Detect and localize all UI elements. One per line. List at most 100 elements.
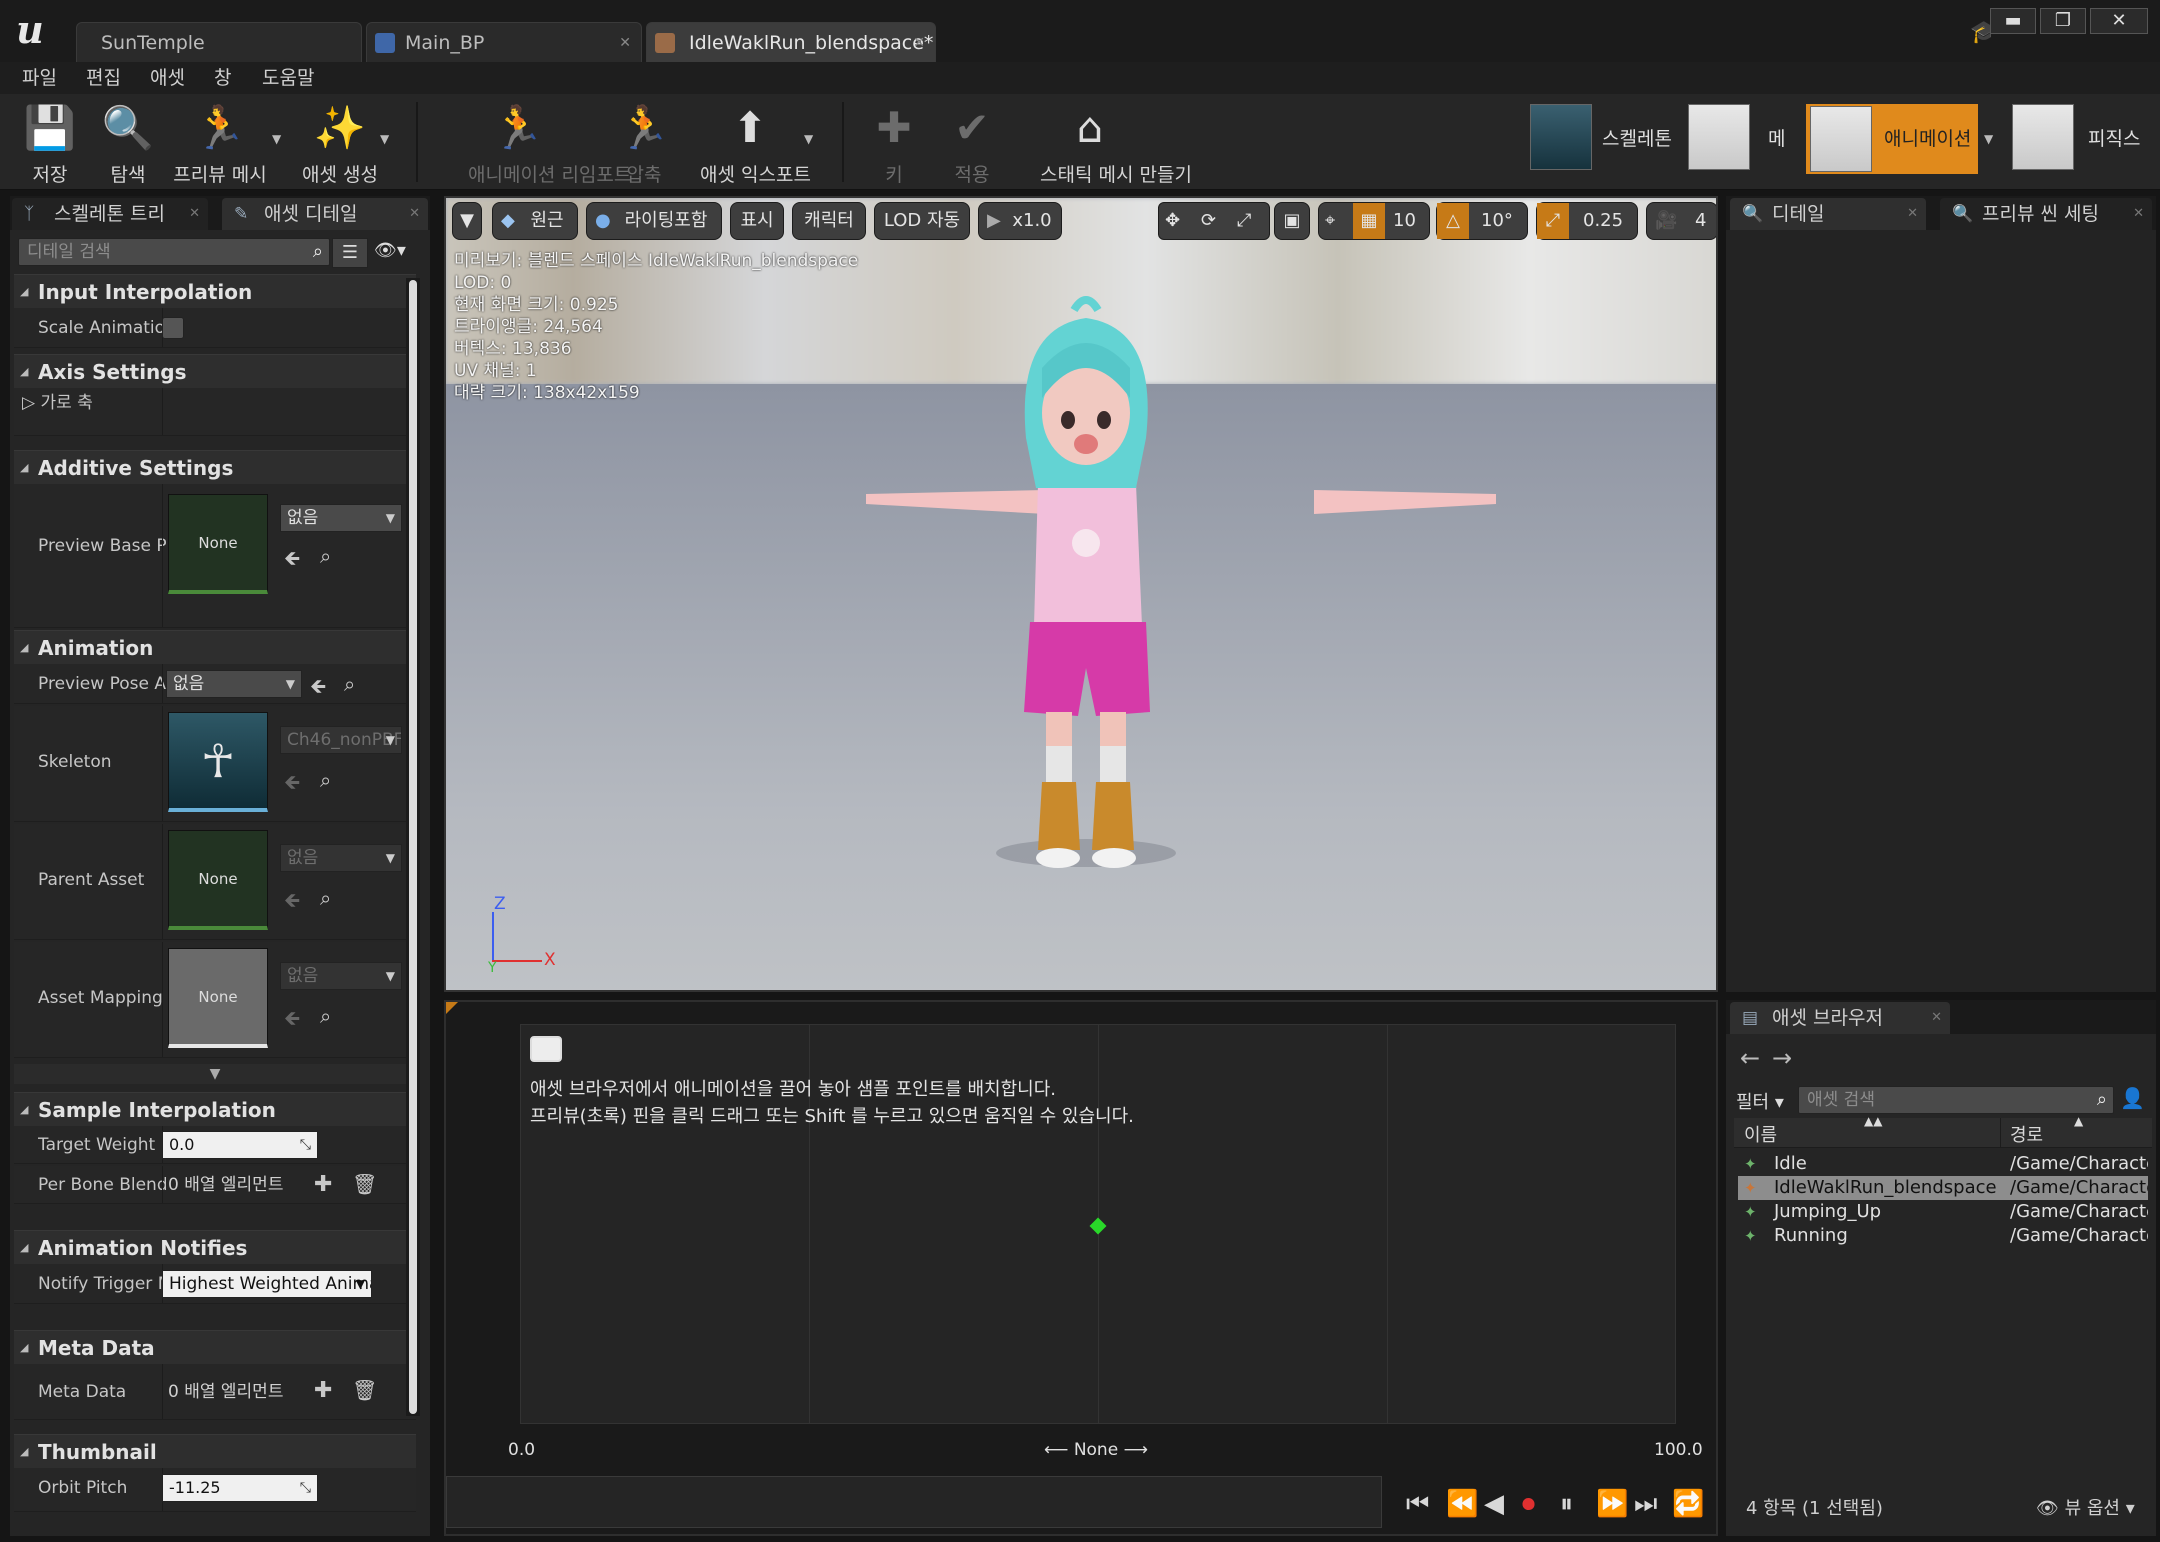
tab-skeleton-tree[interactable]: ᛉ 스켈레톤 트리 ✕ xyxy=(12,198,208,230)
create-asset-button[interactable]: ✨ 애셋 생성 xyxy=(302,98,378,186)
skip-to-start-icon[interactable]: ⏮ xyxy=(1406,1490,1429,1518)
trash-icon[interactable]: 🗑 xyxy=(352,1172,377,1196)
add-element-plus-icon[interactable]: ✚ xyxy=(314,1172,332,1197)
browse-button[interactable]: 🔍 탐색 xyxy=(98,98,158,186)
rotate-icon[interactable]: ⟳ xyxy=(1201,203,1216,239)
export-dropdown-icon[interactable]: ▼ xyxy=(804,132,813,146)
category-meta-data[interactable]: Meta Data xyxy=(14,1330,416,1365)
tab-preview-scene-settings[interactable]: 🔍 프리뷰 씬 세팅 ✕ xyxy=(1940,198,2152,230)
tab-main-bp[interactable]: Main_BP ✕ xyxy=(366,22,642,62)
pause-icon[interactable]: ⏸ xyxy=(1560,1490,1573,1518)
mode-physics-button[interactable]: 피직스 xyxy=(2012,104,2152,174)
playback-speed-button[interactable]: ▶ x1.0 xyxy=(978,202,1062,240)
scale-animation-checkbox[interactable] xyxy=(162,317,184,339)
preview-base-pose-thumbnail[interactable]: None xyxy=(168,494,268,594)
grid-snap-toggle-icon[interactable]: ▦ xyxy=(1353,203,1385,239)
timeline-bar[interactable] xyxy=(446,1476,1382,1528)
category-animation[interactable]: Animation xyxy=(14,630,416,665)
browse-magnifier-icon[interactable]: ⌕ xyxy=(320,768,331,792)
create-asset-dropdown-icon[interactable]: ▼ xyxy=(380,132,389,146)
close-tab-icon[interactable]: ✕ xyxy=(913,23,925,62)
use-selected-arrow-icon[interactable]: 🡸 xyxy=(284,544,300,578)
close-tab-icon[interactable]: ✕ xyxy=(1907,198,1918,230)
export-asset-button[interactable]: ⬆ 애셋 익스포트 xyxy=(700,98,811,186)
asset-row[interactable]: ✦ Idle /Game/Characte xyxy=(1738,1152,2148,1176)
tab-asset-details[interactable]: ✎ 애셋 디테일 ✕ xyxy=(222,198,428,230)
category-sample-interpolation[interactable]: Sample Interpolation xyxy=(14,1092,416,1127)
mode-animation-button[interactable]: 애니메이션 xyxy=(1806,104,1978,174)
loop-icon[interactable]: 🔁 xyxy=(1672,1490,1704,1518)
user-filter-icon[interactable]: 👤 xyxy=(2120,1086,2145,1110)
make-static-mesh-button[interactable]: ⌂ 스태틱 메시 만들기 xyxy=(1040,98,1192,186)
show-button[interactable]: 표시 xyxy=(730,202,784,240)
browse-magnifier-icon[interactable]: ⌕ xyxy=(320,544,331,568)
view-options-eye-icon[interactable]: 👁▾ xyxy=(374,240,406,261)
asset-mapping-thumbnail[interactable]: None xyxy=(168,948,268,1048)
close-tab-icon[interactable]: ✕ xyxy=(189,198,200,230)
notify-trigger-combo[interactable]: Highest Weighted Anima ▼ xyxy=(162,1270,372,1298)
unreal-logo-icon[interactable]: u xyxy=(4,4,56,56)
parent-asset-thumbnail[interactable]: None xyxy=(168,830,268,930)
maximize-button[interactable]: ❐ xyxy=(2040,8,2086,34)
category-animation-notifies[interactable]: Animation Notifies xyxy=(14,1230,416,1265)
animation-mode-dropdown-icon[interactable]: ▼ xyxy=(1984,132,1993,146)
tab-suntemple[interactable]: SunTemple xyxy=(76,22,362,62)
menu-file[interactable]: 파일 xyxy=(22,62,57,94)
preview-mesh-dropdown-icon[interactable]: ▼ xyxy=(272,132,281,146)
mode-skeleton-button[interactable]: 스켈레톤 xyxy=(1530,104,1680,174)
step-back-icon[interactable]: ⏪ xyxy=(1446,1490,1478,1518)
record-icon[interactable]: ⏺ xyxy=(1522,1490,1535,1518)
browse-magnifier-icon[interactable]: ⌕ xyxy=(344,672,355,696)
category-axis-settings[interactable]: Axis Settings xyxy=(14,354,416,389)
details-search-input[interactable]: 디테일 검색 ⌕ xyxy=(18,238,330,266)
character-button[interactable]: 캐릭터 xyxy=(792,202,866,240)
use-selected-arrow-icon[interactable]: 🡸 xyxy=(310,672,326,706)
preview-mesh-button[interactable]: 🏃 프리뷰 메시 xyxy=(173,98,266,186)
translate-icon[interactable]: ✥ xyxy=(1165,203,1180,239)
surface-snap-icon[interactable]: ⌖ xyxy=(1325,203,1335,239)
preview-pose-asset-combo[interactable]: 없음 ▼ xyxy=(166,670,302,698)
save-button[interactable]: 💾 저장 xyxy=(20,98,80,186)
advanced-expand-arrow-icon[interactable]: ▼ xyxy=(14,1064,416,1084)
add-element-plus-icon[interactable]: ✚ xyxy=(314,1378,332,1403)
browse-magnifier-icon[interactable]: ⌕ xyxy=(320,886,331,910)
camera-speed-control[interactable]: 🎥 4 xyxy=(1646,202,1716,240)
rotation-snap-value[interactable]: 10° xyxy=(1481,203,1513,239)
lod-button[interactable]: LOD 자동 xyxy=(874,202,970,240)
forward-arrow-icon[interactable]: → xyxy=(1772,1044,1792,1072)
orbit-pitch-input[interactable]: -11.25 ⤡ xyxy=(162,1474,318,1502)
skip-to-end-icon[interactable]: ⏭ xyxy=(1634,1490,1657,1518)
view-options-button[interactable]: 👁 뷰 옵션 ▾ xyxy=(2036,1494,2135,1520)
browse-magnifier-icon[interactable]: ⌕ xyxy=(320,1004,331,1028)
column-path-header[interactable]: 경로 xyxy=(2010,1121,2043,1147)
menu-window[interactable]: 창 xyxy=(214,62,231,94)
scale-icon[interactable]: ⤢ xyxy=(1237,203,1251,239)
close-tab-icon[interactable]: ✕ xyxy=(619,23,631,62)
tab-details[interactable]: 🔍 디테일 ✕ xyxy=(1730,198,1926,230)
minimize-button[interactable]: ▬ xyxy=(1990,8,2036,34)
column-name-header[interactable]: 이름 xyxy=(1744,1121,1777,1147)
category-thumbnail[interactable]: Thumbnail xyxy=(14,1434,416,1469)
property-matrix-button[interactable]: ☰ xyxy=(332,238,368,268)
rotation-snap-toggle-icon[interactable]: △ xyxy=(1437,203,1469,239)
filter-button[interactable]: 필터 ▾ xyxy=(1736,1088,1784,1114)
scale-snap-value[interactable]: 0.25 xyxy=(1583,203,1623,239)
viewport-options-button[interactable]: ▼ xyxy=(452,202,482,240)
close-tab-icon[interactable]: ✕ xyxy=(1931,1002,1942,1034)
asset-search-input[interactable]: 애셋 검색 ⌕ xyxy=(1798,1086,2114,1114)
close-tab-icon[interactable]: ✕ xyxy=(409,198,420,230)
scale-snap-toggle-icon[interactable]: ⤢ xyxy=(1537,203,1569,239)
preview-base-pose-combo[interactable]: 없음 ▼ xyxy=(280,504,402,532)
tab-asset-browser[interactable]: ▤ 애셋 브라우저 ✕ xyxy=(1730,1002,1950,1034)
target-weight-input[interactable]: 0.0 ⤡ xyxy=(162,1131,318,1159)
tab-blendspace[interactable]: IdleWaklRun_blendspace* ✕ xyxy=(646,22,936,62)
grid-snap-value[interactable]: 10 xyxy=(1393,203,1416,239)
details-scrollbar-thumb[interactable] xyxy=(409,280,417,1414)
parent-asset-combo[interactable]: 없음 ▼ xyxy=(280,844,402,872)
back-arrow-icon[interactable]: ← xyxy=(1740,1044,1760,1072)
close-window-button[interactable]: ✕ xyxy=(2090,8,2148,34)
skeleton-thumbnail-icon[interactable]: ☥ xyxy=(168,712,268,812)
compress-button[interactable]: 🏃 압축 xyxy=(614,98,674,186)
menu-asset[interactable]: 애셋 xyxy=(150,62,185,94)
reimport-button[interactable]: 🏃 애니메이션 리임포트 xyxy=(468,98,631,186)
